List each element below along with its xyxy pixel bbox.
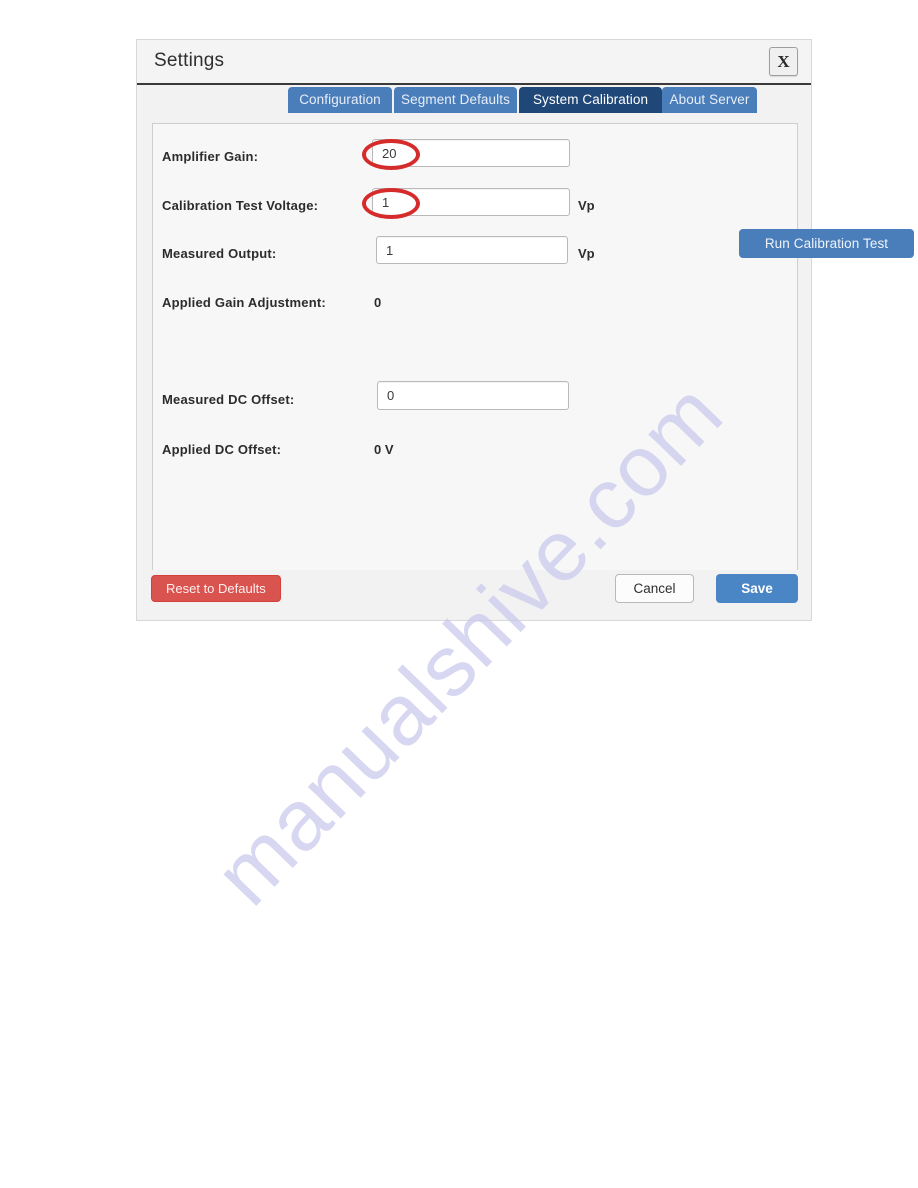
save-button[interactable]: Save bbox=[716, 574, 798, 603]
tab-system-calibration[interactable]: System Calibration bbox=[519, 87, 662, 113]
applied-gain-adjustment-label: Applied Gain Adjustment: bbox=[162, 295, 326, 310]
system-calibration-panel: Amplifier Gain: Calibration Test Voltage… bbox=[152, 123, 798, 572]
measured-output-unit: Vp bbox=[578, 246, 595, 261]
tab-segment-defaults[interactable]: Segment Defaults bbox=[394, 87, 517, 113]
applied-gain-adjustment-value: 0 bbox=[374, 295, 382, 310]
tab-configuration[interactable]: Configuration bbox=[288, 87, 392, 113]
measured-output-label: Measured Output: bbox=[162, 246, 277, 261]
calibration-test-voltage-input[interactable] bbox=[372, 188, 570, 216]
cancel-button[interactable]: Cancel bbox=[615, 574, 694, 603]
dialog-titlebar: Settings X bbox=[137, 40, 811, 85]
calibration-test-voltage-label: Calibration Test Voltage: bbox=[162, 198, 319, 213]
close-icon[interactable]: X bbox=[769, 47, 798, 76]
settings-dialog: Settings X Configuration Segment Default… bbox=[136, 39, 914, 621]
tab-strip: Configuration Segment Defaults System Ca… bbox=[137, 87, 811, 113]
amplifier-gain-label: Amplifier Gain: bbox=[162, 149, 259, 164]
applied-dc-offset-label: Applied DC Offset: bbox=[162, 442, 282, 457]
measured-dc-offset-label: Measured DC Offset: bbox=[162, 392, 295, 407]
amplifier-gain-input[interactable] bbox=[372, 139, 570, 167]
dialog-footer: Reset to Defaults Cancel Save bbox=[137, 570, 811, 620]
applied-dc-offset-value: 0 V bbox=[374, 442, 394, 457]
page-title: Settings bbox=[154, 50, 225, 71]
reset-to-defaults-button[interactable]: Reset to Defaults bbox=[151, 575, 281, 602]
calibration-test-voltage-unit: Vp bbox=[578, 198, 595, 213]
tab-about-server[interactable]: About Server bbox=[662, 87, 757, 113]
run-calibration-test-button[interactable]: Run Calibration Test bbox=[739, 229, 914, 258]
measured-output-input[interactable] bbox=[376, 236, 568, 264]
measured-dc-offset-input[interactable] bbox=[377, 381, 569, 410]
